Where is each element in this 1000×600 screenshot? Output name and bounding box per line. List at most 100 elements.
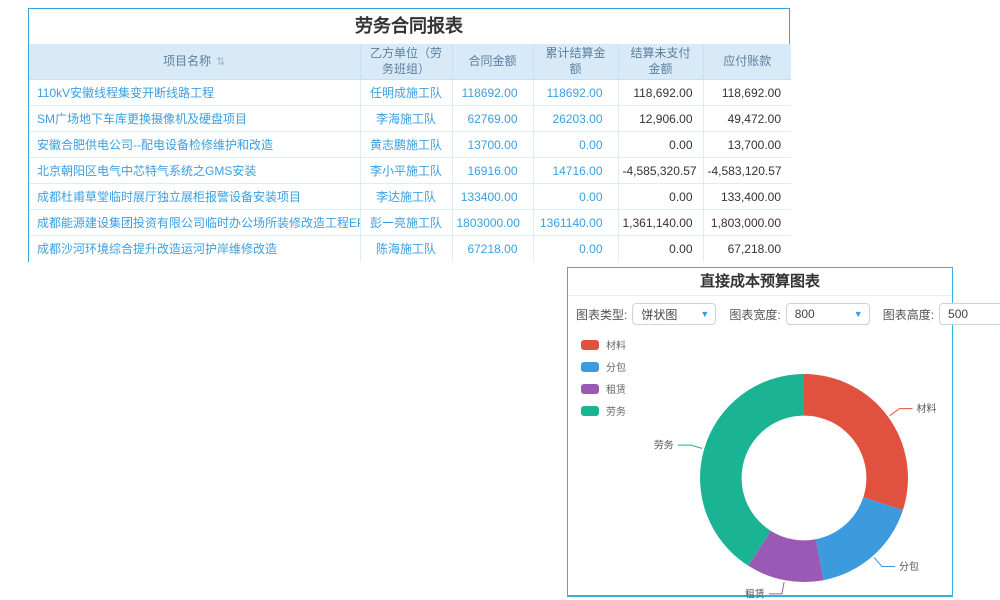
table-row: 110kV安徽线程集变开断线路工程任明成施工队118692.00118692.0… xyxy=(29,80,791,106)
project-name-cell[interactable]: 成都能源建设集团投资有限公司临时办公场所装修改造工程EPC xyxy=(29,210,360,236)
labor-contract-report-panel: 劳务合同报表 项目名称⇅乙方单位（劳务班组）合同金额累计结算金额结算未支付金额应… xyxy=(28,8,790,262)
table-row: 北京朝阳区电气中芯特气系统之GMS安装李小平施工队16916.0014716.0… xyxy=(29,158,791,184)
dropdown-select[interactable]: 800 ▼ xyxy=(786,303,870,325)
contractor-cell[interactable]: 李小平施工队 xyxy=(360,158,452,184)
legend-swatch xyxy=(581,340,599,350)
pie-slice-1[interactable] xyxy=(804,374,908,510)
direct-cost-chart-panel: 直接成本预算图表 图表类型:饼状图▼图表宽度:800▼图表高度:500▼ 材料分… xyxy=(567,267,953,597)
payable-amount-cell: -4,583,120.57 xyxy=(703,158,791,184)
payable-amount-cell: 13,700.00 xyxy=(703,132,791,158)
chart-controls: 图表类型:饼状图▼图表宽度:800▼图表高度:500▼ xyxy=(568,296,952,330)
table-row: 安徽合肥供电公司--配电设备检修维护和改造黄志鹏施工队13700.000.000… xyxy=(29,132,791,158)
selected-value: 500 xyxy=(948,307,968,321)
selected-value: 饼状图 xyxy=(641,306,677,323)
unpaid-amount-cell: 118,692.00 xyxy=(618,80,703,106)
pie-slice-4[interactable] xyxy=(700,374,804,566)
column-header-label: 合同金额 xyxy=(468,54,516,68)
settled-amount-cell: 14716.00 xyxy=(533,158,618,184)
column-header: 结算未支付金额 xyxy=(618,44,703,80)
settled-amount-cell: 0.00 xyxy=(533,132,618,158)
chart-control: 图表高度: 500▼ xyxy=(883,303,1000,325)
table-row: 成都能源建设集团投资有限公司临时办公场所装修改造工程EPC彭一亮施工队18030… xyxy=(29,210,791,236)
legend-item[interactable]: 租赁 xyxy=(581,381,626,396)
project-name-cell[interactable]: 安徽合肥供电公司--配电设备检修维护和改造 xyxy=(29,132,360,158)
contractor-cell[interactable]: 李达施工队 xyxy=(360,184,452,210)
slice-label: 劳务 xyxy=(654,439,674,452)
control-label: 图表类型: xyxy=(576,306,627,323)
column-header-label: 结算未支付金额 xyxy=(630,46,690,76)
legend-swatch xyxy=(581,362,599,372)
contract-amount-cell: 13700.00 xyxy=(452,132,533,158)
slice-label: 租赁 xyxy=(745,587,765,600)
legend-swatch xyxy=(581,384,599,394)
contract-amount-cell: 133400.00 xyxy=(452,184,533,210)
column-header-label: 累计结算金额 xyxy=(545,46,605,76)
settled-amount-cell: 0.00 xyxy=(533,184,618,210)
chevron-down-icon: ▼ xyxy=(700,310,709,319)
table-row: SM广场地下车库更换摄像机及硬盘项目李海施工队62769.0026203.001… xyxy=(29,106,791,132)
legend-label: 租赁 xyxy=(606,381,626,396)
settled-amount-cell: 0.00 xyxy=(533,236,618,262)
project-name-cell[interactable]: 成都杜甫草堂临时展厅独立展柜报警设备安装项目 xyxy=(29,184,360,210)
column-header-label: 乙方单位（劳务班组） xyxy=(370,46,442,76)
unpaid-amount-cell: -4,585,320.57 xyxy=(618,158,703,184)
project-name-cell[interactable]: 北京朝阳区电气中芯特气系统之GMS安装 xyxy=(29,158,360,184)
contract-amount-cell: 16916.00 xyxy=(452,158,533,184)
unpaid-amount-cell: 12,906.00 xyxy=(618,106,703,132)
column-header: 合同金额 xyxy=(452,44,533,80)
unpaid-amount-cell: 0.00 xyxy=(618,236,703,262)
contractor-cell[interactable]: 彭一亮施工队 xyxy=(360,210,452,236)
dropdown-select[interactable]: 饼状图 ▼ xyxy=(632,303,716,325)
slice-label-line xyxy=(874,558,895,567)
contractor-cell[interactable]: 任明成施工队 xyxy=(360,80,452,106)
contract-amount-cell: 118692.00 xyxy=(452,80,533,106)
payable-amount-cell: 49,472.00 xyxy=(703,106,791,132)
settled-amount-cell: 1361140.00 xyxy=(533,210,618,236)
contractor-cell[interactable]: 陈海施工队 xyxy=(360,236,452,262)
contract-amount-cell: 62769.00 xyxy=(452,106,533,132)
chevron-down-icon: ▼ xyxy=(854,310,863,319)
legend-item[interactable]: 材料 xyxy=(581,337,626,352)
slice-label-line xyxy=(890,409,913,416)
page: 劳务合同报表 项目名称⇅乙方单位（劳务班组）合同金额累计结算金额结算未支付金额应… xyxy=(0,0,1000,600)
column-header[interactable]: 项目名称 ⇅ xyxy=(29,44,360,80)
column-header: 应付账款 xyxy=(703,44,791,80)
project-name-cell[interactable]: SM广场地下车库更换摄像机及硬盘项目 xyxy=(29,106,360,132)
table-row: 成都沙河环境综合提升改造运河护岸维修改造陈海施工队67218.000.000.0… xyxy=(29,236,791,262)
contractor-cell[interactable]: 李海施工队 xyxy=(360,106,452,132)
chart-area: 材料分包租赁劳务 材料分包租赁劳务 xyxy=(568,330,952,595)
column-header-label: 项目名称 xyxy=(163,54,211,68)
payable-amount-cell: 133,400.00 xyxy=(703,184,791,210)
pie-slice-2[interactable] xyxy=(816,497,903,580)
report-table-head: 项目名称 ⇅ 乙方单位（劳务班组） 合同金额 累计结算金额结算未支付金额 应付账款 xyxy=(29,44,791,80)
payable-amount-cell: 1,803,000.00 xyxy=(703,210,791,236)
project-name-cell[interactable]: 成都沙河环境综合提升改造运河护岸维修改造 xyxy=(29,236,360,262)
chart-control: 图表宽度: 800 ▼ xyxy=(729,303,869,325)
column-header-label: 应付账款 xyxy=(723,54,771,68)
chart-title: 直接成本预算图表 xyxy=(568,268,952,296)
settled-amount-cell: 118692.00 xyxy=(533,80,618,106)
legend-item[interactable]: 分包 xyxy=(581,359,626,374)
dropdown-select[interactable]: 500▼ xyxy=(939,303,1000,325)
chart-legend: 材料分包租赁劳务 xyxy=(581,337,626,425)
contractor-cell[interactable]: 黄志鹏施工队 xyxy=(360,132,452,158)
project-name-cell[interactable]: 110kV安徽线程集变开断线路工程 xyxy=(29,80,360,106)
contract-amount-cell: 67218.00 xyxy=(452,236,533,262)
legend-item[interactable]: 劳务 xyxy=(581,403,626,418)
header-row: 项目名称 ⇅ 乙方单位（劳务班组） 合同金额 累计结算金额结算未支付金额 应付账款 xyxy=(29,44,791,80)
unpaid-amount-cell: 0.00 xyxy=(618,184,703,210)
control-label: 图表宽度: xyxy=(729,306,780,323)
column-header: 累计结算金额 xyxy=(533,44,618,80)
labor-contract-table: 项目名称 ⇅ 乙方单位（劳务班组） 合同金额 累计结算金额结算未支付金额 应付账款 110… xyxy=(29,44,791,262)
slice-label-line xyxy=(678,445,703,448)
selected-value: 800 xyxy=(795,307,815,321)
sort-icon[interactable]: ⇅ xyxy=(216,56,225,68)
legend-label: 材料 xyxy=(606,337,626,352)
slice-label: 材料 xyxy=(917,402,937,415)
legend-swatch xyxy=(581,406,599,416)
contract-amount-cell: 1803000.00 xyxy=(452,210,533,236)
slice-label-line xyxy=(769,582,784,594)
legend-label: 分包 xyxy=(606,359,626,374)
column-header: 乙方单位（劳务班组） xyxy=(360,44,452,80)
control-label: 图表高度: xyxy=(883,306,934,323)
